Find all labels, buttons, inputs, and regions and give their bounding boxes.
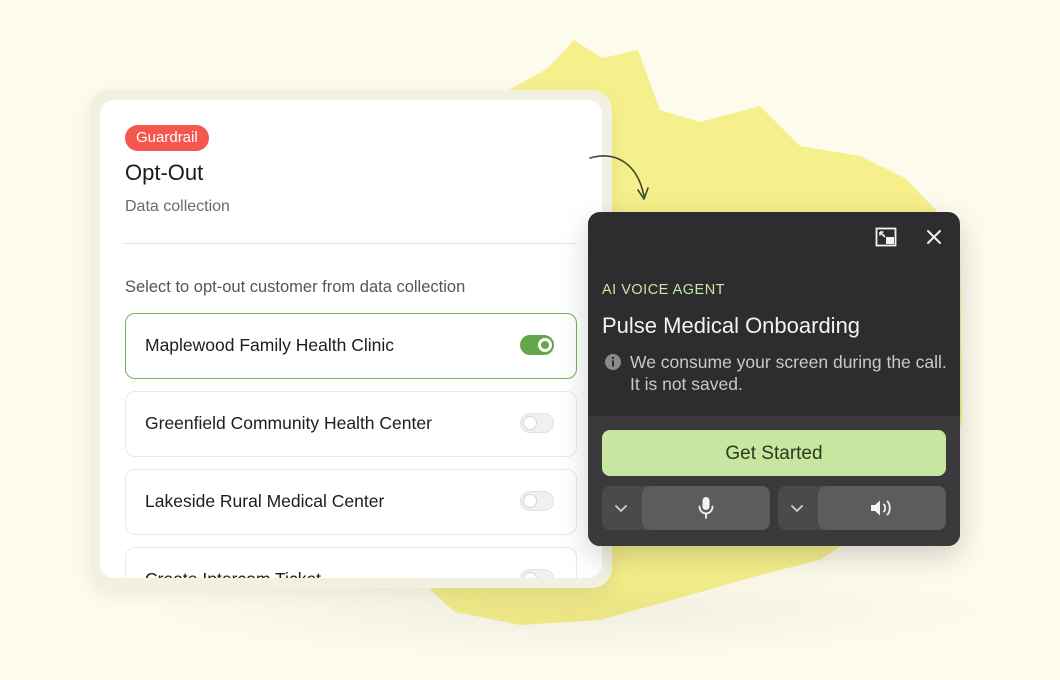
voice-agent-popup: AI VOICE AGENT Pulse Medical Onboarding … (588, 212, 960, 546)
opt-out-item-intercom[interactable]: Create Intercom Ticket (125, 547, 577, 578)
privacy-note-text: We consume your screen during the call. … (630, 352, 947, 394)
picture-in-picture-icon[interactable] (875, 226, 897, 248)
opt-out-toggle[interactable] (520, 491, 554, 511)
get-started-button[interactable]: Get Started (602, 430, 946, 476)
speaker-dropdown[interactable] (778, 486, 816, 530)
opt-out-toggle[interactable] (520, 413, 554, 433)
opt-out-toggle[interactable] (520, 569, 554, 578)
card-subtitle: Data collection (125, 198, 230, 215)
card-title: Opt-Out (125, 160, 204, 185)
instruction-text: Select to opt-out customer from data col… (125, 278, 466, 296)
microphone-control (602, 486, 770, 530)
opt-out-item-maplewood[interactable]: Maplewood Family Health Clinic (125, 313, 577, 379)
chevron-down-icon (791, 505, 803, 512)
curved-arrow-icon (589, 155, 649, 200)
speaker-button[interactable] (818, 486, 946, 530)
agent-type-label: AI VOICE AGENT (602, 282, 726, 298)
toggle-knob (538, 338, 552, 352)
opt-out-item-label: Greenfield Community Health Center (145, 413, 432, 433)
popup-footer: Get Started (588, 416, 960, 546)
opt-out-item-label: Maplewood Family Health Clinic (145, 335, 394, 355)
toggle-knob (523, 494, 537, 508)
toggle-knob (523, 572, 537, 578)
opt-out-item-label: Create Intercom Ticket (145, 569, 321, 578)
opt-out-item-lakeside[interactable]: Lakeside Rural Medical Center (125, 469, 577, 535)
speaker-control (778, 486, 946, 530)
info-icon (605, 354, 621, 370)
opt-out-item-greenfield[interactable]: Greenfield Community Health Center (125, 391, 577, 457)
opt-out-toggle[interactable] (520, 335, 554, 355)
toggle-knob (523, 416, 537, 430)
microphone-dropdown[interactable] (602, 486, 640, 530)
guardrail-card: Guardrail Opt-Out Data collection Select… (100, 100, 602, 578)
opt-out-item-label: Lakeside Rural Medical Center (145, 491, 385, 511)
close-icon[interactable] (923, 226, 945, 248)
chevron-down-icon (615, 505, 627, 512)
guardrail-badge: Guardrail (125, 125, 209, 151)
microphone-icon (698, 497, 714, 519)
speaker-icon (871, 500, 891, 516)
microphone-button[interactable] (642, 486, 770, 530)
agent-title: Pulse Medical Onboarding (602, 313, 861, 338)
divider (124, 243, 577, 244)
